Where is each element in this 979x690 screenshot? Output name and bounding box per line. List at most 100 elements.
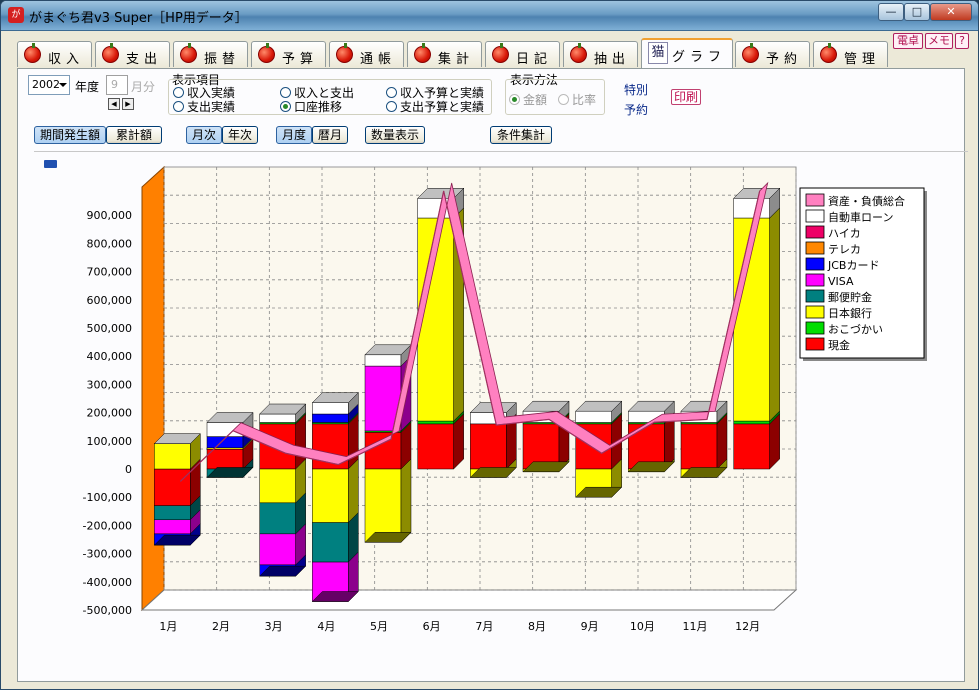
bar-segment	[206, 449, 244, 470]
tab-3[interactable]: 予算	[251, 41, 326, 67]
y-tick-label: 300,000	[87, 378, 133, 391]
tab-0[interactable]: 収入	[17, 41, 92, 67]
tab-6[interactable]: 日記	[485, 41, 560, 67]
tab-7[interactable]: 抽出	[563, 41, 638, 67]
radio-ratio[interactable]: 比率	[558, 91, 596, 108]
pin-icon[interactable]	[44, 160, 57, 168]
tab-label: 集計	[438, 52, 475, 67]
apple-icon	[742, 43, 759, 63]
tab-2[interactable]: 振替	[173, 41, 248, 67]
tab-10[interactable]: 管理	[813, 41, 888, 67]
apple-icon	[492, 43, 509, 63]
x-tick-label: 8月	[528, 620, 546, 633]
month-input[interactable]: 9	[106, 75, 128, 95]
apple-icon	[820, 43, 837, 63]
y-tick-label: 700,000	[87, 266, 133, 279]
year-select[interactable]: 2002	[28, 75, 70, 95]
tab-label: 通帳	[360, 52, 397, 67]
close-button[interactable]: ✕	[930, 3, 972, 21]
minimize-button[interactable]: —	[878, 3, 904, 21]
legend-swatch	[805, 337, 825, 351]
legend-swatch	[805, 193, 825, 207]
radio-expense-actual[interactable]: 支出実績	[173, 98, 235, 115]
next-arrow-icon[interactable]: ▶	[122, 98, 134, 110]
tab-9[interactable]: 予約	[735, 41, 810, 67]
fiscal-month-button[interactable]: 月度	[276, 126, 312, 144]
app-icon[interactable]: が	[8, 7, 24, 23]
x-tick-label: 2月	[212, 620, 230, 633]
tab-1[interactable]: 支出	[95, 41, 170, 67]
cumulative-button[interactable]: 累計額	[106, 126, 162, 144]
month-label: 月分	[131, 80, 156, 94]
memo-button[interactable]: メモ	[925, 33, 953, 49]
legend-swatch	[805, 241, 825, 255]
apple-icon	[258, 43, 275, 63]
radio-dot-selected	[509, 94, 520, 105]
bar-segment	[417, 420, 454, 425]
bar-segment	[259, 413, 296, 423]
y-tick-label: 0	[125, 463, 132, 476]
legend-label: 郵便貯金	[828, 290, 872, 304]
bar-segment	[733, 420, 770, 425]
print-button[interactable]: 印刷	[671, 89, 701, 105]
bar-segment	[154, 519, 191, 535]
y-tick-label: -500,000	[83, 604, 132, 617]
chart-area: 2002年度 口座推移 期間発生額 月度集計 単位（円）-500,000-400…	[34, 151, 968, 667]
bar-segment	[733, 423, 770, 470]
bar-segment	[154, 468, 191, 506]
legend-label: 日本銀行	[828, 306, 872, 320]
bar-segment-side	[348, 458, 359, 524]
bar-segment	[259, 468, 296, 504]
radio-expense-budget[interactable]: 支出予算と実績	[386, 98, 484, 115]
apple-icon	[336, 43, 353, 63]
bar-segment-side	[769, 207, 780, 422]
calculator-button[interactable]: 電卓	[893, 33, 923, 49]
special-link[interactable]: 特別	[624, 81, 648, 98]
tab-4[interactable]: 通帳	[329, 41, 404, 67]
chart-floor	[140, 589, 798, 611]
legend-label: おこづかい	[828, 323, 883, 336]
bar-segment	[259, 502, 296, 535]
legend-label: ハイカ	[828, 227, 861, 240]
tab-8[interactable]: 猫グラフ	[641, 38, 733, 68]
radio-account-transition[interactable]: 口座推移	[280, 98, 342, 115]
help-button[interactable]: ?	[955, 33, 969, 49]
prev-arrow-icon[interactable]: ◀	[108, 98, 120, 110]
bar-segment	[259, 533, 296, 566]
reserve-link[interactable]: 予約	[624, 101, 648, 118]
x-tick-label: 11月	[683, 620, 708, 633]
y-tick-label: -400,000	[83, 576, 132, 589]
maximize-button[interactable]: □	[904, 3, 930, 21]
bar-segment	[364, 468, 402, 543]
title-bar[interactable]: が がまぐち君v3 Super［HP用データ］ — □ ✕	[1, 1, 978, 31]
legend-label: テレカ	[828, 243, 861, 256]
bar-segment	[470, 423, 507, 470]
app-window: が がまぐち君v3 Super［HP用データ］ — □ ✕ 収入 支出 振替 予算 通帳…	[0, 0, 979, 690]
calendar-month-button[interactable]: 暦月	[312, 126, 348, 144]
condition-button[interactable]: 条件集計	[490, 126, 552, 144]
radio-dot	[558, 94, 569, 105]
legend-swatch	[805, 289, 825, 303]
legend-label: 資産・負債総合	[828, 194, 905, 208]
monthly-button[interactable]: 月次	[186, 126, 222, 144]
radio-amount[interactable]: 金額	[509, 91, 547, 108]
tab-label: 管理	[844, 52, 881, 67]
bar-segment	[364, 432, 402, 470]
x-tick-label: 1月	[159, 620, 177, 633]
period-amount-button[interactable]: 期間発生額	[34, 126, 106, 144]
y-tick-label: -200,000	[83, 519, 132, 532]
tab-5[interactable]: 集計	[407, 41, 482, 67]
legend-swatch	[805, 209, 825, 223]
yearly-button[interactable]: 年次	[222, 126, 258, 144]
radio-dot	[173, 87, 184, 98]
quantity-button[interactable]: 数量表示	[365, 126, 425, 144]
y-tick-label: 200,000	[87, 407, 133, 420]
y-tick-label: 900,000	[87, 209, 133, 222]
radio-dot	[173, 101, 184, 112]
bar-segment	[680, 423, 718, 470]
bar-segment	[312, 468, 349, 523]
bar-segment	[312, 402, 349, 415]
legend-swatch	[805, 225, 825, 239]
year-label: 年度	[75, 80, 100, 94]
account-transition-chart: 2002年度 口座推移 期間発生額 月度集計 単位（円）-500,000-400…	[83, 165, 927, 633]
